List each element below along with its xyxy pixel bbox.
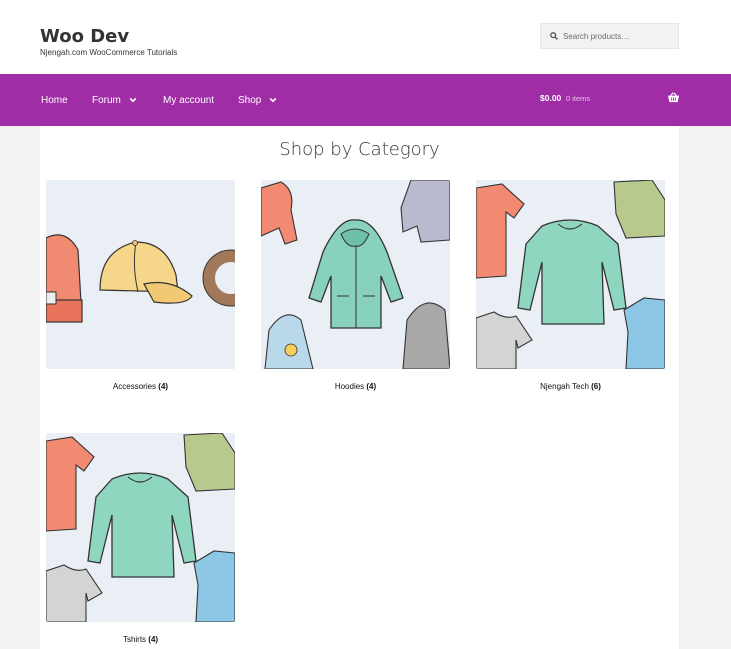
- category-label[interactable]: Njengah Tech (6): [476, 382, 665, 391]
- category-card-hoodies[interactable]: Hoodies (4): [261, 180, 450, 391]
- site-tagline: Njengah.com WooCommerce Tutorials: [40, 48, 177, 57]
- category-name: Accessories: [113, 382, 158, 391]
- nav-item-forum[interactable]: Forum: [92, 74, 137, 126]
- accessories-illustration[interactable]: [46, 180, 235, 369]
- cart-total[interactable]: $0.00: [540, 74, 561, 122]
- category-card-njengah-tech[interactable]: Njengah Tech (6): [476, 180, 665, 391]
- chevron-down-icon[interactable]: [129, 96, 137, 104]
- nav-item-shop[interactable]: Shop: [238, 74, 277, 126]
- category-label[interactable]: Tshirts (4): [46, 635, 235, 644]
- category-label[interactable]: Hoodies (4): [261, 382, 450, 391]
- category-name: Hoodies: [335, 382, 367, 391]
- site-header: Woo Dev Njengah.com WooCommerce Tutorial…: [0, 0, 731, 74]
- category-count: (4): [366, 382, 376, 391]
- search-box[interactable]: [540, 23, 679, 49]
- nav-item-label: Home: [41, 95, 68, 106]
- hoodies-illustration[interactable]: [261, 180, 450, 369]
- category-label[interactable]: Accessories (4): [46, 382, 235, 391]
- main-content: Shop by Category Accessories (4): [40, 126, 679, 649]
- category-card-accessories[interactable]: Accessories (4): [46, 180, 235, 391]
- category-count: (6): [591, 382, 601, 391]
- shirts-illustration[interactable]: [476, 180, 665, 369]
- basket-icon[interactable]: [667, 92, 680, 103]
- category-count: (4): [158, 382, 168, 391]
- page-title: Shop by Category: [40, 139, 679, 160]
- nav-item-my-account[interactable]: My account: [163, 74, 214, 126]
- nav-item-label: Shop: [238, 95, 261, 106]
- primary-navigation: Home Forum My account Shop $0.00 0 items: [0, 74, 731, 126]
- category-name: Tshirts: [123, 635, 148, 644]
- category-card-tshirts[interactable]: Tshirts (4): [46, 433, 235, 644]
- shirts-illustration[interactable]: [46, 433, 235, 622]
- category-count: (4): [148, 635, 158, 644]
- search-input[interactable]: [563, 32, 673, 41]
- nav-item-label: Forum: [92, 95, 121, 106]
- site-title[interactable]: Woo Dev: [40, 26, 129, 47]
- chevron-down-icon[interactable]: [269, 96, 277, 104]
- nav-item-label: My account: [163, 95, 214, 106]
- nav-item-home[interactable]: Home: [41, 74, 68, 126]
- cart-item-count[interactable]: 0 items: [566, 74, 590, 122]
- search-icon: [550, 32, 558, 40]
- category-name: Njengah Tech: [540, 382, 591, 391]
